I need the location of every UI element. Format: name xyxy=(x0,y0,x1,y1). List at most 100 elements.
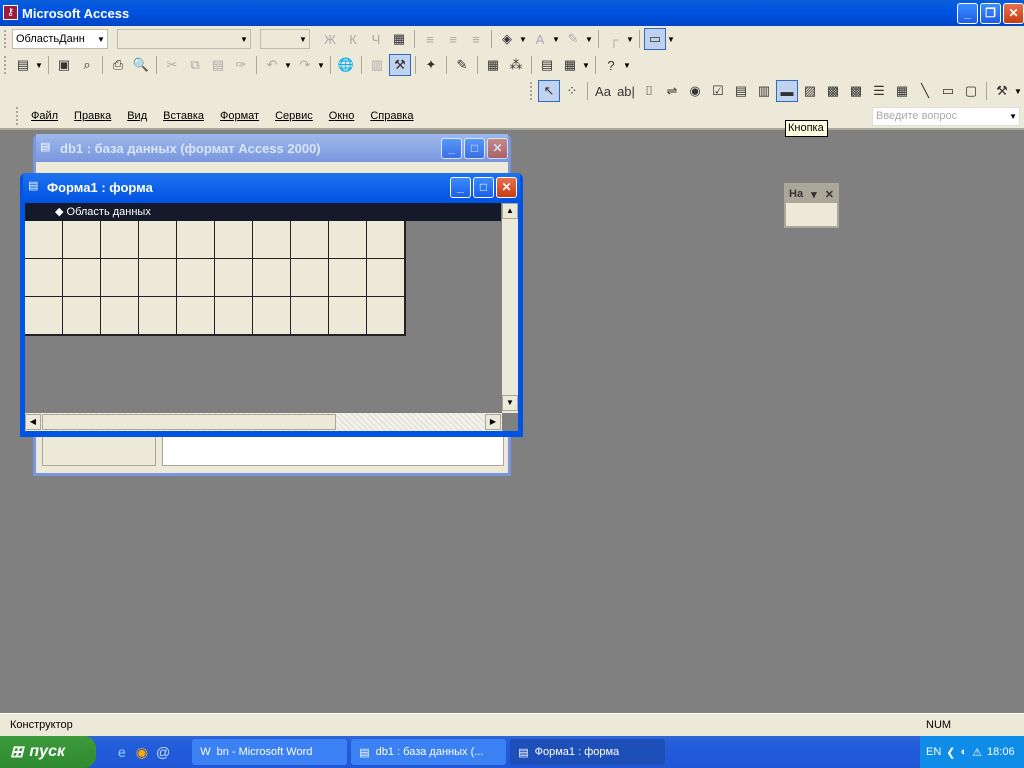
menu-edit[interactable]: Правка xyxy=(66,110,119,122)
hyperlink-icon[interactable]: 🌐 xyxy=(335,54,357,76)
scroll-down-icon[interactable]: ▼ xyxy=(502,395,518,411)
toggle-button-icon[interactable]: ⇌ xyxy=(661,80,683,102)
toolbox-icon[interactable]: ⚒ xyxy=(389,54,411,76)
fill-color-icon[interactable]: ◈ xyxy=(496,28,518,50)
chevron-down-icon[interactable]: ▼ xyxy=(623,61,632,70)
font-combo[interactable]: ▼ xyxy=(117,29,251,49)
more-controls-icon[interactable]: ⚒ xyxy=(991,80,1013,102)
tab-control-icon[interactable]: ▦ xyxy=(891,80,913,102)
volume-icon[interactable]: ◐ xyxy=(961,746,968,758)
subform-icon[interactable]: ▢ xyxy=(960,80,982,102)
horizontal-scrollbar[interactable]: ◀ ▶ xyxy=(25,413,502,431)
menu-format[interactable]: Формат xyxy=(212,110,267,122)
task-form1[interactable]: ▤ Форма1 : форма xyxy=(510,739,666,765)
field-list-icon[interactable]: ▥ xyxy=(366,54,388,76)
undo-icon[interactable]: ↶ xyxy=(261,54,283,76)
chevron-down-icon[interactable]: ▼ xyxy=(519,35,528,44)
line-color-icon[interactable]: ✎ xyxy=(562,28,584,50)
unbound-object-frame-icon[interactable]: ▩ xyxy=(822,80,844,102)
autoformat-icon[interactable]: ✦ xyxy=(420,54,442,76)
chevron-down-icon[interactable]: ▼ xyxy=(1009,108,1017,125)
select-objects-icon[interactable]: ↖ xyxy=(538,80,560,102)
option-group-icon[interactable]: ⌷ xyxy=(638,80,660,102)
menu-file[interactable]: Файл xyxy=(23,110,66,122)
language-indicator[interactable]: EN xyxy=(926,746,941,758)
print-icon[interactable]: ⎙ xyxy=(107,54,129,76)
menu-window[interactable]: Окно xyxy=(321,110,363,122)
chevron-down-icon[interactable]: ▼ xyxy=(667,35,676,44)
minimize-button[interactable]: _ xyxy=(957,3,978,24)
check-box-icon[interactable]: ☑ xyxy=(707,80,729,102)
horizontal-scroll-thumb[interactable] xyxy=(42,414,336,430)
chevron-down-icon[interactable]: ▼ xyxy=(552,35,561,44)
form-close-button[interactable]: ✕ xyxy=(496,177,517,198)
floating-toolbar[interactable]: На ▾ ✕ xyxy=(784,183,839,228)
print-preview-icon[interactable]: 🔍 xyxy=(130,54,152,76)
db-maximize-button[interactable]: □ xyxy=(464,138,485,159)
form-minimize-button[interactable]: _ xyxy=(450,177,471,198)
page-break-icon[interactable]: ☰ xyxy=(868,80,890,102)
label-icon[interactable]: Aa xyxy=(592,80,614,102)
menu-help[interactable]: Справка xyxy=(362,110,421,122)
properties-icon[interactable]: ▦ xyxy=(482,54,504,76)
chevron-down-icon[interactable]: ▼ xyxy=(585,35,594,44)
builder-icon[interactable]: ⁂ xyxy=(505,54,527,76)
redo-icon[interactable]: ↷ xyxy=(294,54,316,76)
underline-icon[interactable]: Ч xyxy=(365,28,387,50)
form-maximize-button[interactable]: □ xyxy=(473,177,494,198)
network-icon[interactable]: ⚠ xyxy=(972,746,982,759)
rectangle-icon[interactable]: ▭ xyxy=(937,80,959,102)
copy-icon[interactable]: ⧉ xyxy=(184,54,206,76)
paste-icon[interactable]: ▤ xyxy=(207,54,229,76)
internet-explorer-icon[interactable]: e xyxy=(118,744,126,760)
scroll-right-icon[interactable]: ▶ xyxy=(485,414,501,430)
restore-button[interactable]: ❐ xyxy=(980,3,1001,24)
control-wizards-icon[interactable]: ⁘ xyxy=(561,80,583,102)
bound-object-frame-icon[interactable]: ▩ xyxy=(845,80,867,102)
db-minimize-button[interactable]: _ xyxy=(441,138,462,159)
font-color-icon[interactable]: A xyxy=(529,28,551,50)
image-icon[interactable]: ▨ xyxy=(799,80,821,102)
toolbar-grip[interactable] xyxy=(4,30,7,48)
scroll-left-icon[interactable]: ◀ xyxy=(25,414,41,430)
chevron-down-icon[interactable]: ▼ xyxy=(284,61,293,70)
database-window-icon[interactable]: ▤ xyxy=(536,54,558,76)
chevron-down-icon[interactable]: ▼ xyxy=(317,61,326,70)
db-close-button[interactable]: ✕ xyxy=(487,138,508,159)
align-center-icon[interactable]: ≡ xyxy=(442,28,464,50)
menu-grip[interactable] xyxy=(16,107,19,125)
bold-icon[interactable]: Ж xyxy=(319,28,341,50)
search-file-icon[interactable]: ⌕ xyxy=(76,54,98,76)
chevron-down-icon[interactable]: ▼ xyxy=(582,61,591,70)
text-box-icon[interactable]: ab| xyxy=(615,80,637,102)
format-painter-icon[interactable]: ✑ xyxy=(230,54,252,76)
outlook-express-icon[interactable]: @ xyxy=(156,744,170,760)
special-effect-icon[interactable]: ▭ xyxy=(644,28,666,50)
detail-section-header[interactable]: ◆ Область данных xyxy=(25,203,501,221)
command-button-icon[interactable]: ▬ xyxy=(776,80,798,102)
task-word[interactable]: Wbn - Microsoft Word xyxy=(192,739,348,765)
close-button[interactable]: ✕ xyxy=(1003,3,1024,24)
chevron-down-icon[interactable]: ▼ xyxy=(626,35,635,44)
list-box-icon[interactable]: ▥ xyxy=(753,80,775,102)
vertical-scrollbar[interactable]: ▲ ▼ xyxy=(502,203,518,413)
option-button-icon[interactable]: ◉ xyxy=(684,80,706,102)
menu-view[interactable]: Вид xyxy=(119,110,155,122)
code-icon[interactable]: ✎ xyxy=(451,54,473,76)
line-icon[interactable]: ╲ xyxy=(914,80,936,102)
show-hidden-icons-icon[interactable]: ❮ xyxy=(946,746,955,759)
task-db1[interactable]: ▤ db1 : база данных (... xyxy=(351,739,507,765)
help-icon[interactable]: ? xyxy=(600,54,622,76)
chevron-down-icon[interactable]: ▼ xyxy=(35,61,44,70)
media-player-icon[interactable]: ◉ xyxy=(136,744,148,761)
save-icon[interactable]: ▣ xyxy=(53,54,75,76)
toolbar-grip[interactable] xyxy=(530,82,533,100)
align-left-icon[interactable]: ≡ xyxy=(419,28,441,50)
align-right-icon[interactable]: ≡ xyxy=(465,28,487,50)
new-object-icon[interactable]: ▦ xyxy=(559,54,581,76)
chevron-down-icon[interactable]: ▼ xyxy=(1014,87,1023,96)
italic-icon[interactable]: К xyxy=(342,28,364,50)
floating-toolbar-header[interactable]: На ▾ ✕ xyxy=(786,185,837,203)
close-icon[interactable]: ✕ xyxy=(825,188,834,201)
menu-tools[interactable]: Сервис xyxy=(267,110,321,122)
